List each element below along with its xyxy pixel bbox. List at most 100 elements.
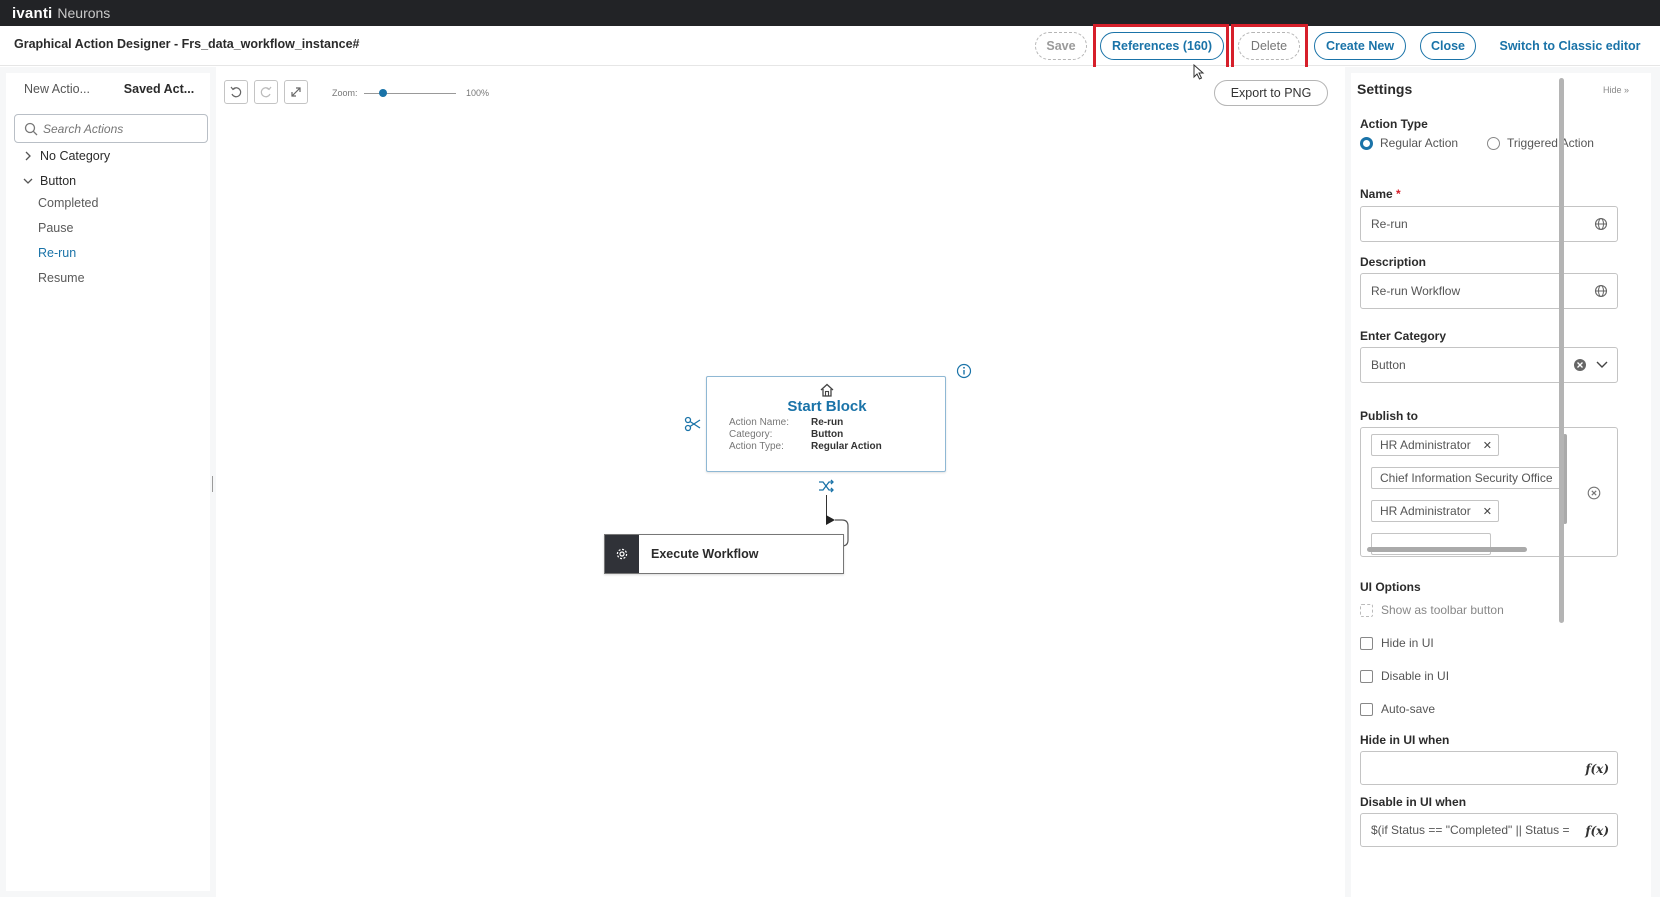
disable-in-ui-checkbox[interactable]: Disable in UI	[1360, 669, 1449, 683]
function-icon[interactable]: f(x)	[1585, 762, 1609, 776]
publish-chip[interactable]: HR Administrator ✕	[1371, 434, 1499, 456]
description-value: Re-run Workflow	[1371, 284, 1461, 298]
hide-label: Hide	[1603, 85, 1622, 95]
checkbox-box	[1360, 669, 1373, 683]
chip-label: HR Administrator	[1380, 438, 1471, 452]
checkbox-label: Auto-save	[1381, 702, 1436, 716]
category-value: Button	[1371, 358, 1406, 372]
show-toolbar-checkbox[interactable]: Show as toolbar button	[1360, 603, 1504, 617]
gear-icon	[605, 535, 639, 573]
search-actions-input[interactable]	[43, 121, 203, 136]
designer-canvas[interactable]: Zoom: 100% Export to PNG Start Block Act…	[216, 67, 1332, 897]
actions-panel-body: New Actio... Saved Act... No Category Bu…	[6, 73, 210, 891]
action-item-completed[interactable]: Completed	[38, 196, 98, 210]
start-block-row: Action Name: Re-run	[729, 417, 843, 428]
chip-label: HR Administrator	[1380, 504, 1471, 518]
function-icon[interactable]: f(x)	[1585, 824, 1609, 838]
references-button[interactable]: References (160)	[1100, 32, 1224, 60]
expand-icon	[291, 87, 301, 97]
execute-workflow-label: Execute Workflow	[651, 547, 759, 561]
scissors-icon[interactable]	[684, 415, 702, 433]
zoom-slider-thumb[interactable]	[379, 89, 387, 97]
start-block[interactable]: Start Block Action Name: Re-run Category…	[706, 376, 946, 472]
radio-regular-action[interactable]: Regular Action	[1360, 136, 1458, 150]
category-select[interactable]: Button	[1360, 347, 1618, 383]
globe-icon[interactable]	[1594, 284, 1608, 298]
delete-button[interactable]: Delete	[1238, 32, 1300, 60]
close-icon[interactable]: ✕	[1483, 505, 1492, 518]
settings-scrollbar[interactable]	[1559, 78, 1564, 623]
checkbox-label: Disable in UI	[1381, 669, 1450, 683]
action-item-pause[interactable]: Pause	[38, 221, 73, 235]
clear-all-icon[interactable]	[1587, 486, 1601, 500]
switch-classic-editor-button[interactable]: Switch to Classic editor	[1494, 32, 1646, 60]
description-label: Description	[1360, 255, 1427, 269]
zoom-value: 100%	[466, 88, 490, 98]
publish-to-label: Publish to	[1360, 409, 1418, 423]
checkbox-box	[1360, 603, 1373, 617]
name-field[interactable]: Re-run	[1360, 206, 1618, 242]
close-button[interactable]: Close	[1420, 32, 1476, 60]
action-item-resume[interactable]: Resume	[38, 271, 85, 285]
fit-to-screen-button[interactable]	[284, 80, 308, 104]
settings-title: Settings	[1357, 81, 1413, 97]
start-block-row: Category: Button	[729, 429, 843, 440]
category-button[interactable]: Button	[22, 174, 76, 188]
category-no-category[interactable]: No Category	[22, 149, 110, 163]
shuffle-icon[interactable]	[818, 478, 834, 494]
hide-when-field[interactable]: f(x)	[1360, 751, 1618, 785]
disable-when-field[interactable]: $(if Status == "Completed" || Status = f…	[1360, 813, 1618, 847]
auto-save-checkbox[interactable]: Auto-save	[1360, 702, 1435, 716]
execute-workflow-block[interactable]: Execute Workflow	[604, 534, 844, 574]
export-png-button[interactable]: Export to PNG	[1214, 80, 1328, 106]
clear-icon[interactable]	[1573, 358, 1587, 372]
row-key: Action Name:	[729, 417, 790, 428]
name-label: Name *	[1360, 187, 1401, 201]
hide-settings-link[interactable]: Hide »	[1603, 85, 1629, 95]
category-field-label: Enter Category	[1360, 329, 1447, 343]
chip-label: Chief Information Security Office	[1380, 471, 1553, 485]
tab-new-actions[interactable]: New Actio...	[6, 73, 108, 105]
category-label: No Category	[40, 149, 111, 163]
radio-triggered-action[interactable]: Triggered Action	[1487, 136, 1594, 150]
search-icon	[24, 122, 38, 135]
checkbox-box	[1360, 636, 1373, 650]
name-value: Re-run	[1371, 217, 1408, 231]
home-icon	[820, 383, 834, 397]
globe-icon[interactable]	[1594, 217, 1608, 231]
undo-button[interactable]	[224, 80, 248, 104]
radio-label: Regular Action	[1380, 136, 1459, 150]
description-field[interactable]: Re-run Workflow	[1360, 273, 1618, 309]
radio-label: Triggered Action	[1507, 136, 1594, 150]
name-label-text: Name	[1360, 187, 1393, 201]
chevron-down-icon[interactable]	[1595, 359, 1609, 371]
redo-icon	[260, 86, 272, 98]
row-value: Re-run	[811, 417, 844, 428]
action-type-label: Action Type	[1360, 117, 1428, 131]
chevron-right-icon	[25, 151, 31, 161]
tab-saved-actions[interactable]: Saved Act...	[108, 73, 210, 105]
save-button[interactable]: Save	[1035, 32, 1087, 60]
publish-chip[interactable]: Chief Information Security Office	[1371, 467, 1561, 489]
hide-in-ui-checkbox[interactable]: Hide in UI	[1360, 636, 1434, 650]
zoom-slider-track[interactable]	[364, 93, 456, 94]
create-new-button[interactable]: Create New	[1314, 32, 1406, 60]
info-icon[interactable]	[956, 363, 972, 379]
redo-button[interactable]	[254, 80, 278, 104]
start-block-title: Start Block	[787, 398, 867, 415]
search-actions[interactable]	[14, 114, 208, 143]
checkbox-box	[1360, 702, 1373, 716]
zoom-label: Zoom:	[332, 88, 358, 98]
publish-to-multiselect[interactable]: HR Administrator ✕ Chief Information Secu…	[1360, 427, 1618, 557]
settings-panel-body: Settings Hide » Action Type Regular Acti…	[1351, 73, 1651, 897]
required-marker: *	[1396, 187, 1401, 201]
start-block-row: Action Type: Regular Action	[729, 441, 882, 452]
checkbox-label: Show as toolbar button	[1381, 603, 1504, 617]
close-icon[interactable]: ✕	[1483, 439, 1492, 452]
publish-chip[interactable]: HR Administrator ✕	[1371, 500, 1499, 522]
action-item-re-run[interactable]: Re-run	[38, 246, 76, 260]
row-key: Action Type:	[729, 441, 784, 452]
ivanti-logo: ivanti	[12, 4, 53, 22]
row-value: Button	[811, 429, 844, 440]
publish-horizontal-scrollbar[interactable]	[1367, 547, 1527, 552]
